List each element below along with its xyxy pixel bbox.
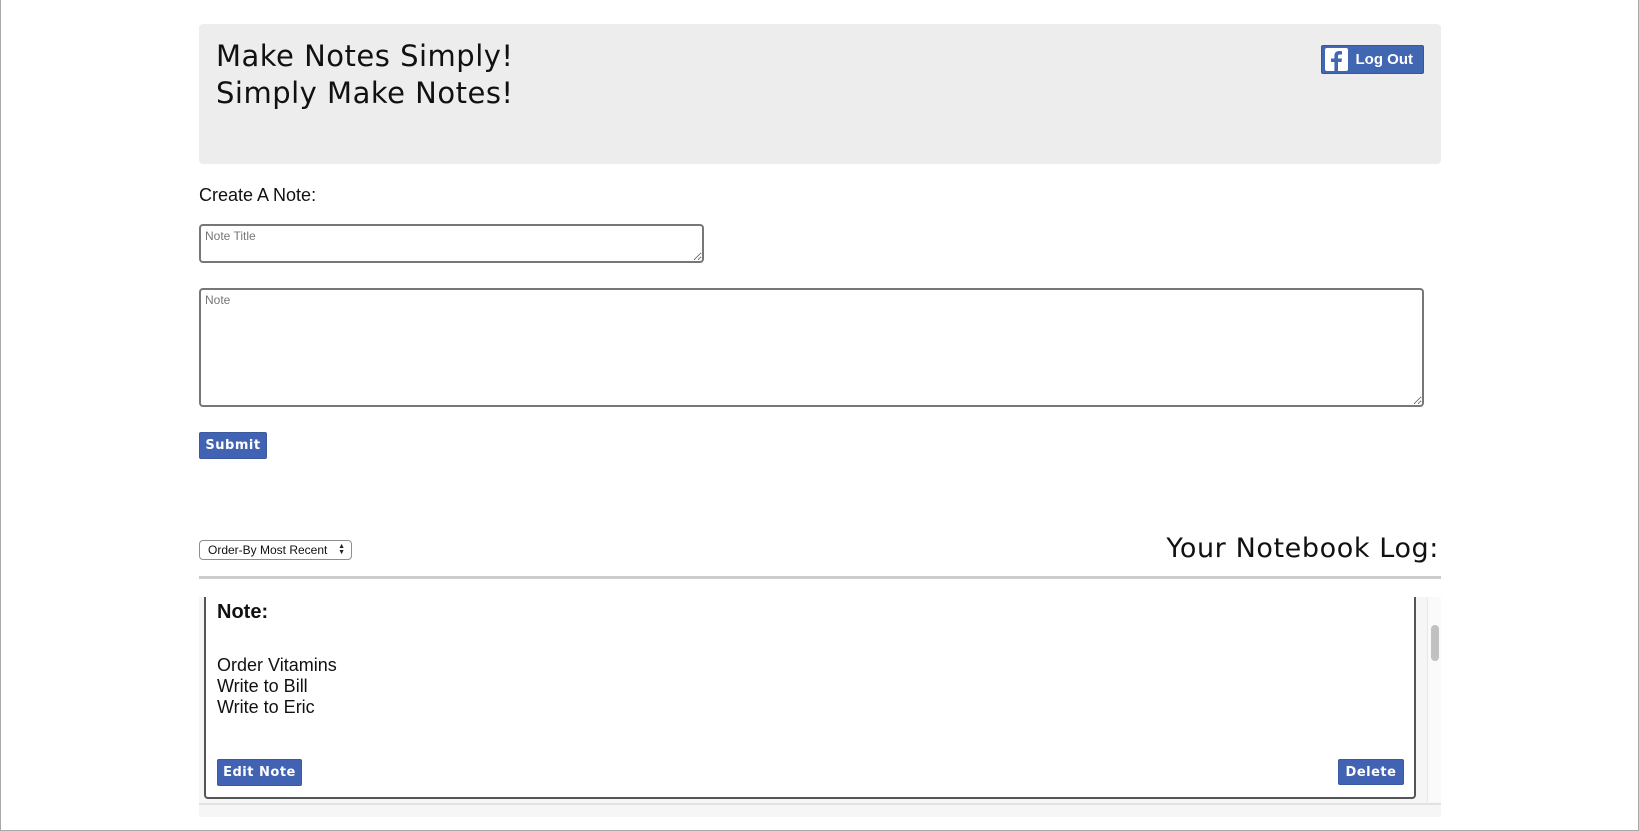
app-header: Make Notes Simply! Simply Make Notes! Lo…: [199, 24, 1441, 164]
notebook-log-title: Your Notebook Log:: [1166, 533, 1439, 564]
order-by-select[interactable]: Order-By Most Recent ▲ ▼: [199, 540, 352, 560]
note-heading: Note:: [217, 601, 269, 623]
create-note-label: Create A Note:: [199, 185, 317, 205]
scrollbar-thumb[interactable]: [1431, 625, 1439, 661]
notebook-log-list: Note: Order Vitamins Write to Bill Write…: [199, 597, 1441, 817]
note-line: Write to Bill: [217, 676, 308, 696]
page: Make Notes Simply! Simply Make Notes! Lo…: [0, 0, 1639, 831]
log-bottom-divider: [199, 803, 1441, 805]
submit-button[interactable]: Submit: [199, 432, 267, 459]
app-title: Make Notes Simply! Simply Make Notes!: [216, 38, 514, 112]
note-line: Write to Eric: [217, 697, 315, 717]
note-content: Order Vitamins Write to Bill Write to Er…: [217, 655, 337, 718]
note-title-input[interactable]: [199, 224, 704, 263]
delete-note-button[interactable]: Delete: [1338, 759, 1404, 785]
app-title-line-1: Make Notes Simply!: [216, 39, 514, 73]
facebook-icon: [1324, 48, 1348, 71]
facebook-logout-button[interactable]: Log Out: [1320, 45, 1424, 74]
note-card: Note: Order Vitamins Write to Bill Write…: [204, 597, 1416, 799]
note-line: Order Vitamins: [217, 655, 337, 675]
order-by-value: Order-By Most Recent: [208, 543, 328, 557]
app-title-line-2: Simply Make Notes!: [216, 76, 514, 110]
select-arrows-icon: ▲ ▼: [338, 543, 345, 556]
log-divider: [199, 576, 1441, 579]
note-body-input[interactable]: [199, 288, 1424, 407]
log-scrollbar[interactable]: [1427, 597, 1441, 802]
edit-note-button[interactable]: Edit Note: [217, 759, 302, 786]
logout-label: Log Out: [1355, 51, 1413, 68]
